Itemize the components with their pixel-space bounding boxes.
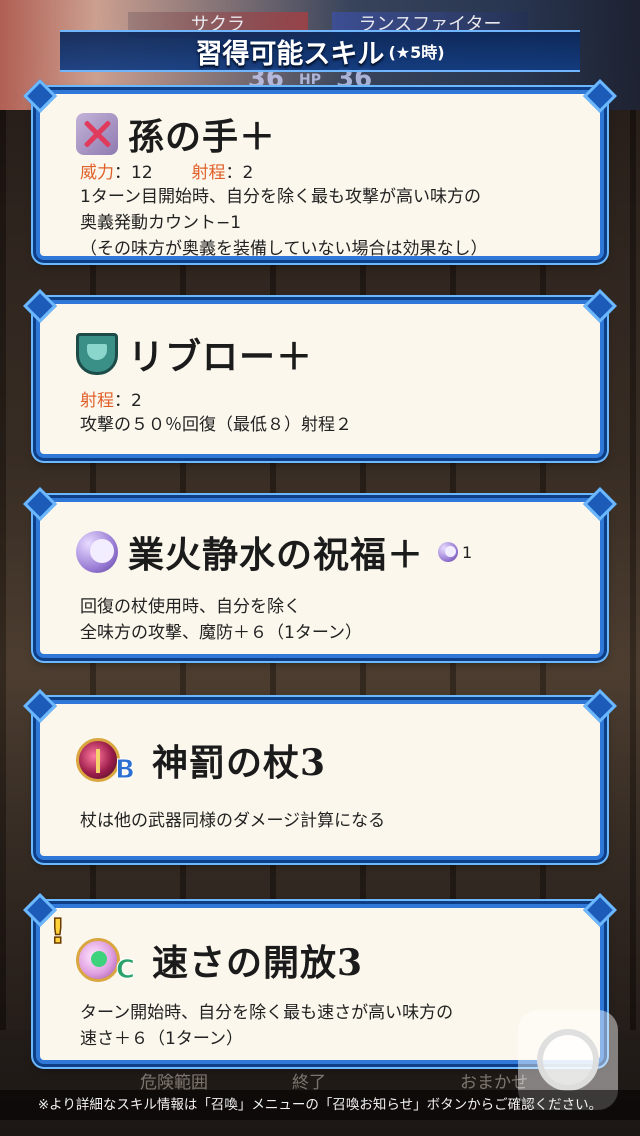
- skill-name: 神罰の杖3: [152, 742, 327, 784]
- stat-range-label: 射程: [191, 163, 226, 183]
- skill-name: 業火静水の祝福＋: [128, 534, 425, 576]
- skill-name: 孫の手＋: [128, 116, 277, 158]
- skill-stats: 威力：12 射程：2: [80, 158, 253, 183]
- desc-line: 1ターン目開始時、自分を除く最も攻撃が高い味方の: [80, 187, 481, 207]
- skill-stats: 射程：2: [80, 386, 142, 411]
- skill-name: リブロー＋: [128, 336, 314, 378]
- desc-line: 回復の杖使用時、自分を除く: [80, 597, 301, 617]
- skill-description: 1ターン目開始時、自分を除く最も攻撃が高い味方の 奥義発動カウント−1 （その味…: [80, 184, 488, 262]
- skill-description: 回復の杖使用時、自分を除く 全味方の攻撃、魔防＋６（1ターン）: [80, 594, 362, 646]
- staff-icon: B: [76, 738, 135, 786]
- skill-header: リブロー＋: [76, 328, 313, 380]
- stat-range-value: ：2: [114, 391, 142, 411]
- hp-label: HP: [299, 71, 321, 88]
- cooldown-moon-icon: [438, 542, 459, 562]
- skill-card-1: 孫の手＋ 威力：12 射程：2 1ターン目開始時、自分を除く最も攻撃が高い味方の…: [36, 90, 604, 260]
- stat-might-value: ：12: [114, 163, 153, 183]
- footnote: ※より詳細なスキル情報は「召喚」メニューの「召喚お知らせ」ボタンからご確認くださ…: [0, 1090, 640, 1120]
- page-title-rarity: (★5時): [388, 43, 445, 62]
- slot-c-badge: C: [115, 955, 135, 986]
- desc-line: 攻撃の５０％回復（最低８）射程２: [80, 415, 352, 435]
- skill-description: 攻撃の５０％回復（最低８）射程２: [80, 412, 352, 438]
- skill-header: B 神罰の杖3: [76, 734, 326, 786]
- desc-line: （その味方が奥義を装備していない場合は効果なし）: [80, 239, 488, 259]
- stat-range-value: ：2: [225, 163, 254, 183]
- stat-range-label: 射程: [80, 391, 114, 411]
- desc-line: 速さ＋６（1ターン）: [80, 1029, 243, 1049]
- crossed-swords-icon: [76, 113, 118, 155]
- skill-header: C 速さの開放3: [76, 934, 363, 986]
- skill-header: 業火静水の祝福＋ 1: [76, 526, 472, 578]
- skill-card-4: B 神罰の杖3 杖は他の武器同様のダメージ計算になる: [36, 700, 604, 860]
- skill-header: 孫の手＋: [76, 108, 276, 160]
- desc-line: ターン開始時、自分を除く最も速さが高い味方の: [80, 1003, 454, 1023]
- assistive-touch-icon: [537, 1029, 599, 1091]
- shield-icon: [76, 333, 118, 375]
- desc-line: 奥義発動カウント−1: [80, 213, 242, 233]
- title-banner: 習得可能スキル (★5時): [60, 30, 580, 72]
- desc-line: 全味方の攻撃、魔防＋６（1ターン）: [80, 623, 362, 643]
- speed-icon: C: [76, 938, 136, 986]
- desc-line: 杖は他の武器同様のダメージ計算になる: [80, 811, 386, 831]
- skill-name: 速さの開放3: [152, 942, 364, 984]
- crescent-moon-icon: [76, 531, 118, 573]
- skill-card-2: リブロー＋ 射程：2 攻撃の５０％回復（最低８）射程２: [36, 300, 604, 458]
- skill-card-3: 業火静水の祝福＋ 1 回復の杖使用時、自分を除く 全味方の攻撃、魔防＋６（1ター…: [36, 498, 604, 658]
- slot-b-badge: B: [115, 755, 136, 786]
- cooldown-count: 1: [462, 542, 473, 562]
- stat-might-label: 威力: [80, 163, 114, 183]
- skill-description: 杖は他の武器同様のダメージ計算になる: [80, 808, 385, 834]
- skill-description: ターン開始時、自分を除く最も速さが高い味方の 速さ＋６（1ターン）: [80, 1000, 453, 1052]
- page-title: 習得可能スキル: [195, 38, 385, 70]
- new-skill-exclamation-icon: !: [49, 911, 66, 953]
